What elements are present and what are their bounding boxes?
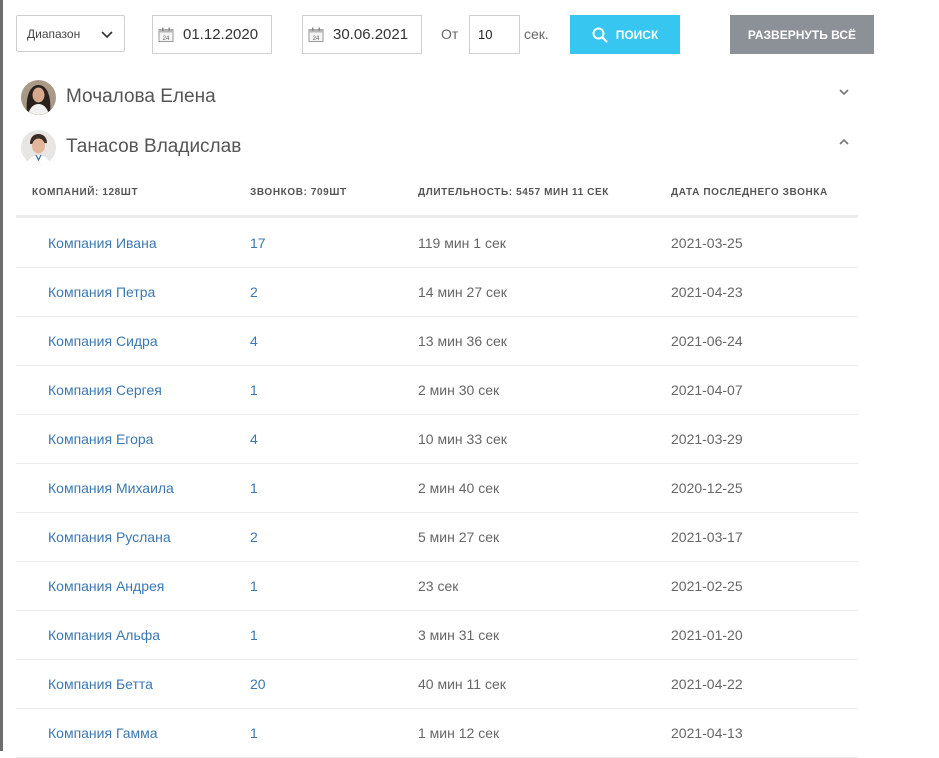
table-header: КОМПАНИЙ: 128ШТ ЗВОНКОВ: 709ШТ ДЛИТЕЛЬНО… — [16, 172, 858, 218]
calls-count: 4 — [250, 333, 258, 349]
last-call-date: 2021-04-07 — [671, 382, 743, 398]
table-row: Компания Егора 4 10 мин 33 сек 2021-03-2… — [16, 415, 858, 464]
avatar — [21, 130, 56, 165]
seconds-unit-label: сек. — [524, 26, 549, 42]
call-duration: 13 мин 36 сек — [418, 333, 507, 349]
table-row: Компания Андрея 1 23 сек 2021-02-25 — [16, 562, 858, 611]
chevron-down-icon — [101, 31, 113, 39]
call-duration: 5 мин 27 сек — [418, 529, 500, 545]
window-edge — [0, 0, 3, 751]
last-call-date: 2021-03-25 — [671, 235, 743, 251]
calls-count: 4 — [250, 431, 258, 447]
call-duration: 3 мин 31 сек — [418, 627, 500, 643]
expand-all-label: РАЗВЕРНУТЬ ВСЁ — [747, 27, 857, 42]
chevron-up-icon[interactable] — [836, 134, 852, 150]
header-duration: ДЛИТЕЛЬНОСТЬ: 5457 МИН 11 СЕК — [418, 187, 609, 198]
company-link[interactable]: Компания Сергея — [48, 382, 162, 398]
company-link[interactable]: Компания Михаила — [48, 480, 174, 496]
calls-count: 1 — [250, 627, 258, 643]
call-duration: 2 мин 40 сек — [418, 480, 500, 496]
call-duration: 23 сек — [418, 578, 459, 594]
calls-count: 2 — [250, 284, 258, 300]
table-row: Компания Альфа 1 3 мин 31 сек 2021-01-20 — [16, 611, 858, 660]
company-link[interactable]: Компания Сидра — [48, 333, 158, 349]
calls-count: 2 — [250, 529, 258, 545]
call-duration: 1 мин 12 сек — [418, 725, 500, 741]
person-row[interactable]: Мочалова Елена — [16, 78, 858, 118]
date-from-field[interactable]: 24 01.12.2020 — [152, 15, 272, 54]
table-row: Компания Михаила 1 2 мин 40 сек 2020-12-… — [16, 464, 858, 513]
call-duration: 119 мин 1 сек — [418, 235, 506, 251]
table-row: Компания Ивана 17 119 мин 1 сек 2021-03-… — [16, 219, 858, 268]
company-link[interactable]: Компания Егора — [48, 431, 153, 447]
seconds-input[interactable] — [469, 15, 520, 54]
company-link[interactable]: Компания Гамма — [48, 725, 158, 741]
chevron-down-icon[interactable] — [836, 84, 852, 100]
calendar-icon: 24 — [158, 27, 174, 42]
last-call-date: 2020-12-25 — [671, 480, 743, 496]
table-row: Компания Сидра 4 13 мин 36 сек 2021-06-2… — [16, 317, 858, 366]
call-duration: 10 мин 33 сек — [418, 431, 507, 447]
search-button[interactable]: ПОИСК — [570, 15, 680, 54]
last-call-date: 2021-04-23 — [671, 284, 743, 300]
person-name: Танасов Владислав — [66, 136, 242, 157]
header-companies: КОМПАНИЙ: 128ШТ — [32, 187, 139, 198]
header-last-call: ДАТА ПОСЛЕДНЕГО ЗВОНКА — [671, 187, 828, 198]
table-row: Компания Бетта 20 40 мин 11 сек 2021-04-… — [16, 660, 858, 709]
last-call-date: 2021-03-29 — [671, 431, 743, 447]
call-duration: 2 мин 30 сек — [418, 382, 500, 398]
company-link[interactable]: Компания Петра — [48, 284, 155, 300]
table-row: Компания Руслана 2 5 мин 27 сек 2021-03-… — [16, 513, 858, 562]
from-label: От — [441, 26, 459, 42]
company-link[interactable]: Компания Руслана — [48, 529, 171, 545]
calls-count: 20 — [250, 676, 266, 692]
date-to-field[interactable]: 24 30.06.2021 — [302, 15, 422, 54]
date-to-value: 30.06.2021 — [333, 26, 409, 43]
company-link[interactable]: Компания Андрея — [48, 578, 164, 594]
calls-count: 17 — [250, 235, 266, 251]
svg-text:24: 24 — [163, 36, 170, 42]
calls-count: 1 — [250, 382, 258, 398]
svg-text:24: 24 — [313, 36, 320, 42]
search-button-label: ПОИСК — [615, 27, 659, 42]
last-call-date: 2021-03-17 — [671, 529, 743, 545]
calls-count: 1 — [250, 578, 258, 594]
last-call-date: 2021-04-13 — [671, 725, 743, 741]
expand-all-button[interactable]: РАЗВЕРНУТЬ ВСЁ — [730, 15, 874, 54]
last-call-date: 2021-06-24 — [671, 333, 743, 349]
header-calls: ЗВОНКОВ: 709ШТ — [250, 187, 347, 198]
date-from-value: 01.12.2020 — [183, 26, 259, 43]
company-link[interactable]: Компания Ивана — [48, 235, 157, 251]
range-select-value: Диапазон — [27, 26, 81, 41]
calendar-icon: 24 — [308, 27, 324, 42]
call-duration: 40 мин 11 сек — [418, 676, 506, 692]
last-call-date: 2021-01-20 — [671, 627, 743, 643]
call-duration: 14 мин 27 сек — [418, 284, 507, 300]
table-row: Компания Петра 2 14 мин 27 сек 2021-04-2… — [16, 268, 858, 317]
company-table-body: Компания Ивана 17 119 мин 1 сек 2021-03-… — [16, 219, 858, 758]
last-call-date: 2021-04-22 — [671, 676, 743, 692]
range-select[interactable]: Диапазон — [16, 15, 125, 52]
company-link[interactable]: Компания Альфа — [48, 627, 160, 643]
person-row[interactable]: Танасов Владислав — [16, 128, 858, 168]
person-name: Мочалова Елена — [66, 86, 216, 107]
last-call-date: 2021-02-25 — [671, 578, 743, 594]
avatar — [21, 80, 56, 115]
company-link[interactable]: Компания Бетта — [48, 676, 153, 692]
table-row: Компания Сергея 1 2 мин 30 сек 2021-04-0… — [16, 366, 858, 415]
search-icon — [592, 27, 608, 43]
calls-count: 1 — [250, 480, 258, 496]
calls-count: 1 — [250, 725, 258, 741]
filter-toolbar: Диапазон 24 01.12.2020 24 30.06.2021 От … — [0, 0, 939, 60]
